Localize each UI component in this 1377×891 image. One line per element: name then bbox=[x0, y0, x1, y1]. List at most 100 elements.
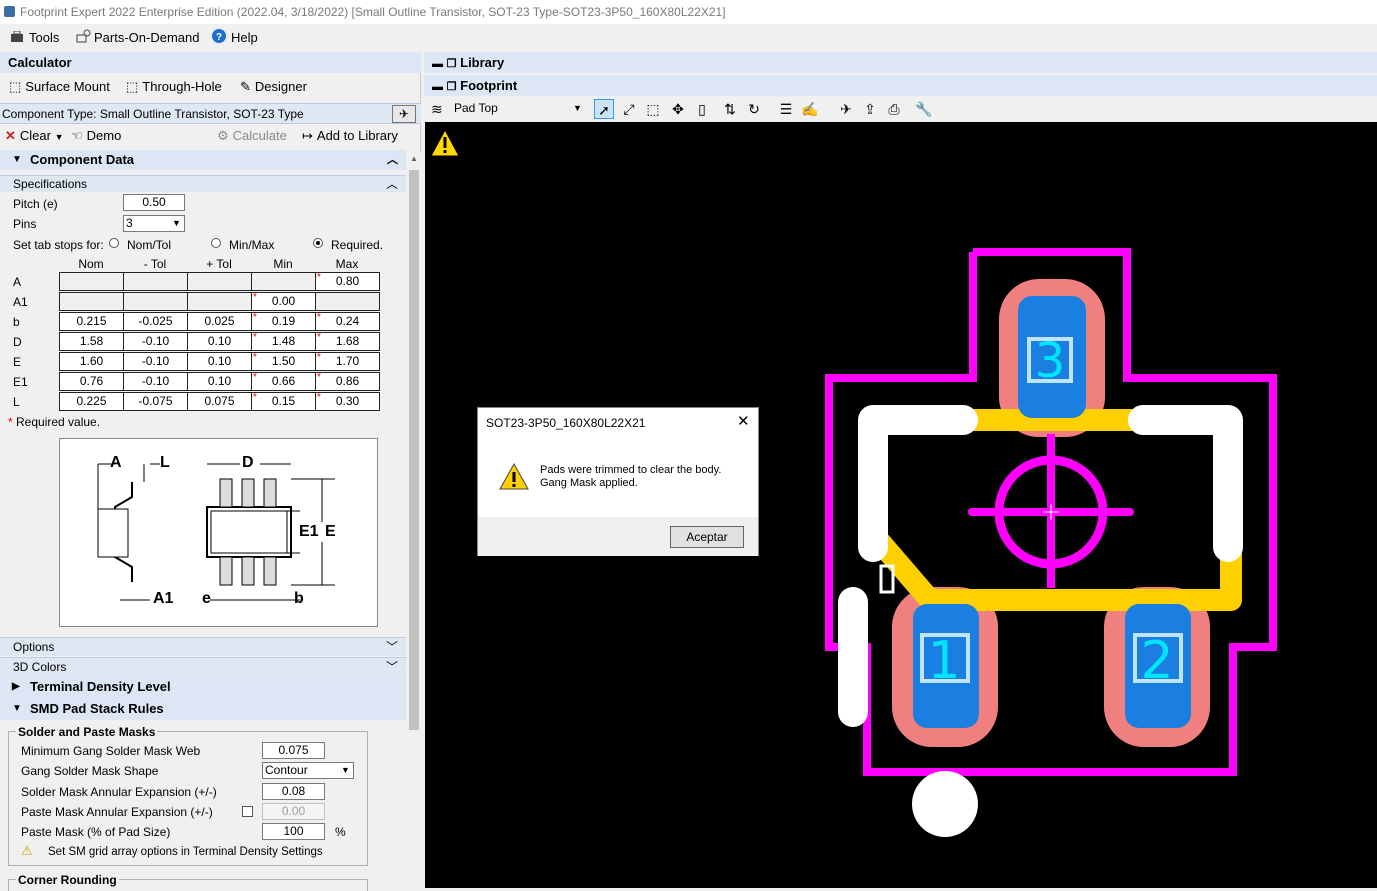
radio-required[interactable] bbox=[313, 238, 323, 248]
grid-cell-max[interactable]: 0.30 bbox=[315, 392, 380, 411]
add-to-library-button[interactable]: ↦ Add to Library bbox=[302, 127, 398, 145]
tab-through-hole[interactable]: ⬚ Through-Hole bbox=[126, 78, 222, 96]
silkscreen-right bbox=[1128, 405, 1243, 562]
grid-cell-max[interactable]: 1.70 bbox=[315, 352, 380, 371]
package-diagram: A L D E1 E A1 e b bbox=[59, 438, 378, 627]
grid-cell-mtol[interactable] bbox=[123, 292, 188, 311]
clear-button[interactable]: ✕ Clear ▼ bbox=[5, 127, 64, 145]
export-icon[interactable]: ⇪ bbox=[860, 99, 880, 119]
scroll-thumb[interactable] bbox=[409, 170, 419, 730]
options-header[interactable]: Options ﹀ bbox=[0, 637, 406, 656]
grid-cell-min[interactable]: 0.00 bbox=[251, 292, 316, 311]
wrench-icon[interactable]: 🔧 bbox=[914, 99, 934, 119]
collapse-triangle-icon: ▼ bbox=[12, 154, 22, 165]
grid-cell-min[interactable]: 0.15 bbox=[251, 392, 316, 411]
grid-cell-max[interactable] bbox=[315, 292, 380, 311]
ok-button[interactable]: Aceptar bbox=[670, 526, 744, 548]
grid-cell-mtol[interactable]: -0.10 bbox=[123, 332, 188, 351]
pin-tool-icon[interactable]: ✈ bbox=[836, 99, 856, 119]
grid-cell-ptol[interactable]: 0.10 bbox=[187, 332, 252, 351]
grid-cell-mtol[interactable]: -0.10 bbox=[123, 372, 188, 391]
grid-cell-max[interactable]: 0.86 bbox=[315, 372, 380, 391]
grid-cell-max[interactable]: 0.80 bbox=[315, 272, 380, 291]
layer-select[interactable]: Pad Top ▼ bbox=[448, 100, 586, 117]
grid-cell-min[interactable]: 0.19 bbox=[251, 312, 316, 331]
min-gang-input[interactable]: 0.075 bbox=[262, 742, 325, 759]
component-data-section[interactable]: ▼ Component Data ︿ bbox=[0, 150, 406, 170]
grid-cell-nom[interactable]: 0.215 bbox=[59, 312, 124, 331]
calculate-button[interactable]: ⚙ Calculate bbox=[217, 127, 287, 145]
pin-icon[interactable]: ✈ bbox=[392, 105, 416, 123]
flip-icon[interactable]: ⇅ bbox=[720, 99, 740, 119]
pins-select[interactable]: 3 ▼ bbox=[123, 215, 185, 232]
ruler-icon[interactable]: ▯ bbox=[692, 99, 712, 119]
grid-cell-mtol[interactable]: -0.10 bbox=[123, 352, 188, 371]
minimize-icon[interactable]: ▬ bbox=[432, 81, 443, 93]
assembly-bottom bbox=[871, 534, 1242, 611]
rotate-icon[interactable]: ↻ bbox=[744, 99, 764, 119]
grid-cell-ptol[interactable] bbox=[187, 272, 252, 291]
footprint-header[interactable]: ▬ ❐ Footprint bbox=[424, 75, 1377, 96]
tab-designer[interactable]: ✎ Designer bbox=[240, 78, 307, 96]
grid-cell-nom[interactable]: 0.76 bbox=[59, 372, 124, 391]
library-header[interactable]: ▬ ❐ Library bbox=[424, 52, 1377, 73]
grid-cell-nom[interactable] bbox=[59, 272, 124, 291]
chevron-up-icon: ︿ bbox=[385, 177, 398, 191]
grid-cell-max[interactable]: 1.68 bbox=[315, 332, 380, 351]
minimize-icon[interactable]: ▬ bbox=[432, 58, 443, 70]
grid-cell-ptol[interactable] bbox=[187, 292, 252, 311]
3d-colors-header[interactable]: 3D Colors ﹀ bbox=[0, 657, 406, 676]
dim-label-b: b bbox=[294, 590, 304, 607]
scroll-up-arrow-icon[interactable]: ▲ bbox=[409, 154, 419, 166]
demo-button[interactable]: ☜ Demo bbox=[71, 127, 121, 145]
select-pointer-icon[interactable]: ➚ bbox=[594, 99, 614, 119]
solder-exp-input[interactable]: 0.08 bbox=[262, 783, 325, 800]
grid-cell-mtol[interactable]: -0.025 bbox=[123, 312, 188, 331]
radio-nomtol-label: Nom/Tol bbox=[127, 238, 172, 252]
menu-tools[interactable]: Tools bbox=[10, 29, 59, 47]
paste-size-input[interactable]: 100 bbox=[262, 823, 325, 840]
warning-marker bbox=[430, 128, 460, 157]
terminal-density-section[interactable]: ▶ Terminal Density Level bbox=[0, 676, 406, 698]
radio-nomtol[interactable] bbox=[109, 238, 119, 248]
grid-cell-ptol[interactable]: 0.10 bbox=[187, 352, 252, 371]
gang-shape-select[interactable]: Contour ▼ bbox=[262, 762, 354, 779]
grid-cell-mtol[interactable] bbox=[123, 272, 188, 291]
restore-icon[interactable]: ❐ bbox=[447, 81, 457, 93]
grid-cell-min[interactable]: 0.66 bbox=[251, 372, 316, 391]
paste-exp-checkbox[interactable] bbox=[242, 806, 253, 817]
grid-cell-mtol[interactable]: -0.075 bbox=[123, 392, 188, 411]
specifications-header[interactable]: Specifications ︿ bbox=[0, 175, 406, 192]
print-icon[interactable]: ⎙ bbox=[884, 99, 904, 119]
grid-cell-nom[interactable]: 1.60 bbox=[59, 352, 124, 371]
draw-tool-icon[interactable]: ✍ bbox=[800, 99, 820, 119]
grid-cell-nom[interactable] bbox=[59, 292, 124, 311]
grid-cell-ptol[interactable]: 0.075 bbox=[187, 392, 252, 411]
menu-help[interactable]: ? Help bbox=[212, 29, 258, 47]
grid-cell-nom[interactable]: 0.225 bbox=[59, 392, 124, 411]
layers-stack-icon[interactable]: ☰ bbox=[776, 99, 796, 119]
pan-icon[interactable]: ✥ bbox=[668, 99, 688, 119]
zoom-fit-icon[interactable]: ⤢ bbox=[619, 99, 639, 119]
grid-cell-min[interactable]: 1.48 bbox=[251, 332, 316, 351]
radio-minmax[interactable] bbox=[211, 238, 221, 248]
paste-exp-input[interactable]: 0.00 bbox=[262, 803, 325, 820]
collapse-triangle-icon: ▼ bbox=[12, 703, 22, 714]
grid-cell-ptol[interactable]: 0.025 bbox=[187, 312, 252, 331]
required-marker: * bbox=[317, 332, 321, 343]
dialog-message-line1: Pads were trimmed to clear the body. bbox=[540, 464, 722, 476]
pin1-indicator-dot bbox=[912, 771, 978, 837]
message-dialog: SOT23-3P50_160X80L22X21 ✕ Pads were trim… bbox=[477, 407, 759, 556]
restore-icon[interactable]: ❐ bbox=[447, 58, 457, 70]
tab-surface-mount[interactable]: ⬚ Surface Mount bbox=[9, 78, 110, 96]
grid-cell-nom[interactable]: 1.58 bbox=[59, 332, 124, 351]
grid-cell-ptol[interactable]: 0.10 bbox=[187, 372, 252, 391]
grid-cell-max[interactable]: 0.24 bbox=[315, 312, 380, 331]
grid-cell-min[interactable]: 1.50 bbox=[251, 352, 316, 371]
grid-cell-min[interactable] bbox=[251, 272, 316, 291]
smd-pad-stack-section[interactable]: ▼ SMD Pad Stack Rules bbox=[0, 698, 406, 720]
pitch-input[interactable]: 0.50 bbox=[123, 194, 185, 211]
close-icon[interactable]: ✕ bbox=[737, 412, 750, 430]
menu-parts-on-demand[interactable]: Parts-On-Demand bbox=[75, 29, 199, 47]
zoom-window-icon[interactable]: ⬚ bbox=[643, 99, 663, 119]
